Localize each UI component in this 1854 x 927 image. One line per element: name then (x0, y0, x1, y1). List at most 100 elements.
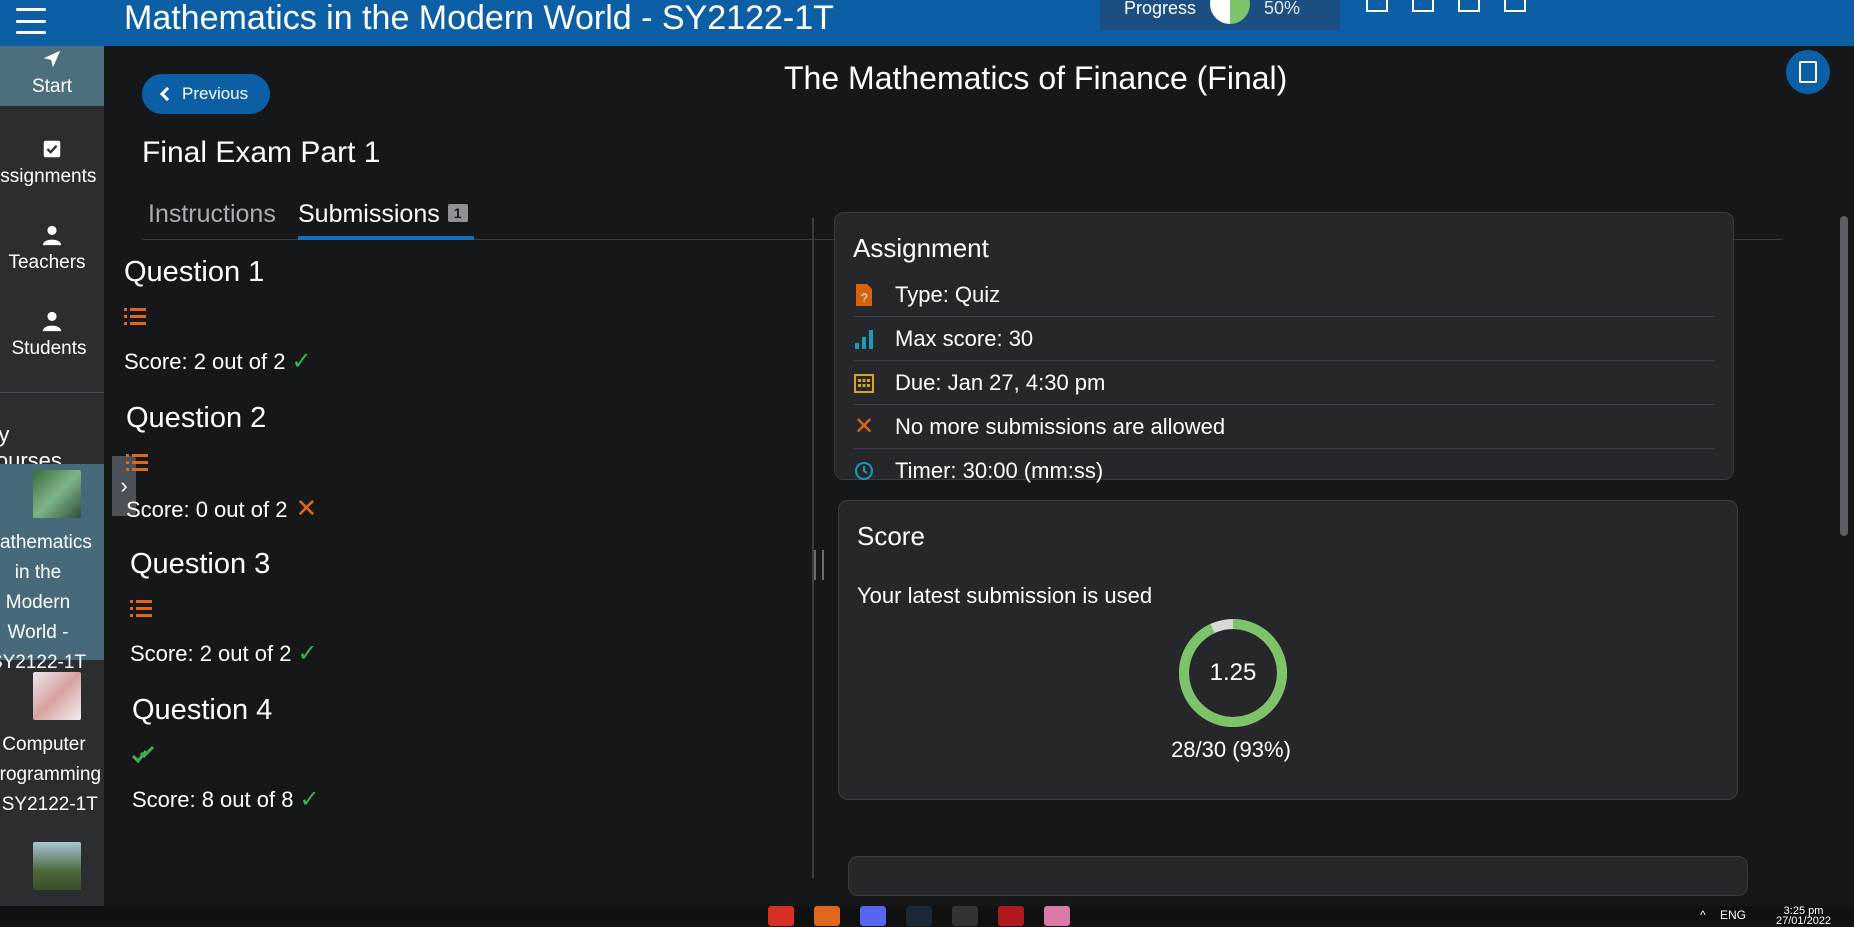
assignment-due-row: Due: Jan 27, 4:30 pm (853, 361, 1715, 405)
sidebar-item-label: Start (31, 76, 73, 97)
additional-card (848, 856, 1748, 896)
epic-games-icon[interactable] (952, 906, 978, 926)
splitter-grip-icon[interactable] (814, 550, 824, 580)
hamburger-menu-icon[interactable] (16, 8, 46, 34)
course-item-mathematics[interactable]: Mathematics in the Modern World - SY2122… (0, 464, 104, 673)
question-title: Question 1 (124, 256, 265, 288)
chevron-up-icon[interactable]: ^ (1700, 908, 1706, 922)
sidebar-item-label: Assignments (0, 166, 97, 187)
assignment-timer: Timer: 30:00 (mm:ss) (895, 458, 1104, 483)
close-icon: ✕ (295, 493, 318, 523)
pane-splitter[interactable] (812, 218, 814, 878)
question-item: Question 1 Score: 2 out of 2 ✓ (124, 256, 312, 376)
sidebar: Start Assignments Teachers Students My C… (0, 46, 104, 926)
course-thumbnail (33, 470, 81, 518)
tab-label: Instructions (148, 200, 276, 228)
previous-button[interactable]: Previous (142, 74, 270, 114)
course-thumbnail (33, 842, 81, 890)
close-icon: ✕ (853, 413, 875, 440)
score-label: Score (132, 787, 190, 812)
tab-submissions[interactable]: Submissions 1 (298, 196, 474, 240)
score-value: : 0 out of 2 (183, 497, 288, 522)
calendar-icon (853, 372, 875, 394)
course-thumbnail (33, 672, 81, 720)
clock[interactable]: 3:25 pm 27/01/2022 (1776, 906, 1831, 927)
score-label: Score (124, 349, 182, 374)
score-subtitle: Your latest submission is used (857, 583, 1153, 608)
score-value: : 2 out of 2 (181, 349, 286, 374)
os-taskbar: ^ ENG 3:25 pm 27/01/2022 (0, 906, 1854, 927)
notebook-icon (1799, 61, 1817, 83)
sidebar-item-label: Teachers (8, 252, 86, 273)
student-icon (42, 311, 62, 332)
progress-indicator[interactable]: Progress 50% (1100, 0, 1340, 30)
chrome-icon[interactable] (768, 906, 794, 926)
tab-instructions[interactable]: Instructions (148, 196, 276, 240)
grid-icon[interactable] (1458, 0, 1480, 12)
question-title: Question 2 (126, 402, 267, 434)
assignment-type-row: ? Type: Quiz (853, 273, 1715, 317)
office-icon[interactable] (814, 906, 840, 926)
sidebar-item-start[interactable]: Start (0, 46, 104, 106)
discord-icon[interactable] (860, 906, 886, 926)
previous-label: Previous (182, 84, 249, 103)
tab-label: Submissions (298, 200, 440, 228)
score-total: 28/30 (93%) (1171, 737, 1291, 762)
assignment-card: Assignment ? Type: Quiz Max score: 30 Du… (834, 212, 1734, 483)
bar-chart-icon (853, 328, 875, 350)
navigation-arrow-icon (43, 50, 61, 68)
question-title: Question 3 (130, 548, 271, 580)
sidebar-item-assignments[interactable]: Assignments (0, 138, 104, 188)
question-title: Question 4 (132, 694, 273, 726)
checkmark-icon: ✓ (291, 348, 312, 375)
progress-label: Progress (1124, 0, 1197, 18)
list-icon[interactable] (124, 307, 146, 327)
assignment-submissions-status: No more submissions are allowed (895, 413, 1226, 439)
assignment-submissions-row: ✕ No more submissions are allowed (853, 405, 1715, 449)
assignment-timer-row: Timer: 30:00 (mm:ss) (853, 449, 1715, 493)
steam-icon[interactable] (906, 906, 932, 926)
top-bar: Mathematics in the Modern World - SY2122… (0, 0, 1854, 46)
inbox-icon[interactable] (1366, 0, 1388, 12)
sidebar-divider (0, 392, 104, 393)
score-donut-value: 1.25 (1209, 659, 1257, 686)
question-item: Question 3 Score: 2 out of 2 ✓ (130, 548, 318, 668)
app-icon[interactable] (1044, 906, 1070, 926)
clock-icon (853, 460, 875, 482)
top-toolbar (1366, 0, 1526, 12)
bookmark-icon[interactable] (1412, 0, 1434, 12)
game-launcher-icon[interactable] (998, 906, 1024, 926)
assignment-max-score-row: Max score: 30 (853, 317, 1715, 361)
double-check-icon[interactable] (132, 745, 154, 765)
sidebar-item-teachers[interactable]: Teachers (0, 224, 104, 274)
question-score: Score: 2 out of 2 ✓ (130, 639, 318, 668)
course-item-computer-programming[interactable]: Computer Programming - SY2122-1T (0, 666, 104, 856)
notes-button[interactable] (1786, 50, 1830, 94)
language-indicator[interactable]: ENG (1720, 908, 1746, 922)
question-score: Score: 0 out of 2 ✕ (126, 493, 317, 524)
exam-title: Final Exam Part 1 (142, 136, 381, 169)
question-item: Question 4 Score: 8 out of 8 ✓ (132, 694, 320, 814)
score-card: Score Your latest submission is used 1.2… (838, 500, 1738, 800)
list-icon[interactable] (130, 599, 152, 619)
scrollbar[interactable] (1840, 216, 1848, 536)
score-title: Score (857, 521, 925, 551)
score-value: : 8 out of 8 (189, 787, 294, 812)
question-score: Score: 8 out of 8 ✓ (132, 785, 320, 814)
app-title: Mathematics in the Modern World - SY2122… (124, 0, 834, 37)
question-score: Score: 2 out of 2 ✓ (124, 347, 312, 376)
progress-value: 50% (1264, 0, 1301, 18)
page-title: The Mathematics of Finance (Final) (784, 60, 1288, 96)
score-value: : 2 out of 2 (187, 641, 292, 666)
submissions-count-badge: 1 (447, 204, 468, 222)
course-label: Computer Programming - SY2122-1T (0, 734, 102, 815)
score-label: Score (130, 641, 188, 666)
score-label: Score (126, 497, 184, 522)
assignment-title: Assignment (853, 233, 989, 263)
checkmark-icon: ✓ (297, 640, 318, 667)
calendar-icon[interactable] (1504, 0, 1526, 12)
sidebar-item-students[interactable]: Students (0, 310, 104, 360)
questions-list: Question 1 Score: 2 out of 2 ✓ Question 2… (124, 256, 784, 926)
assignment-type: Type: Quiz (895, 281, 1001, 307)
list-icon[interactable] (126, 453, 148, 473)
